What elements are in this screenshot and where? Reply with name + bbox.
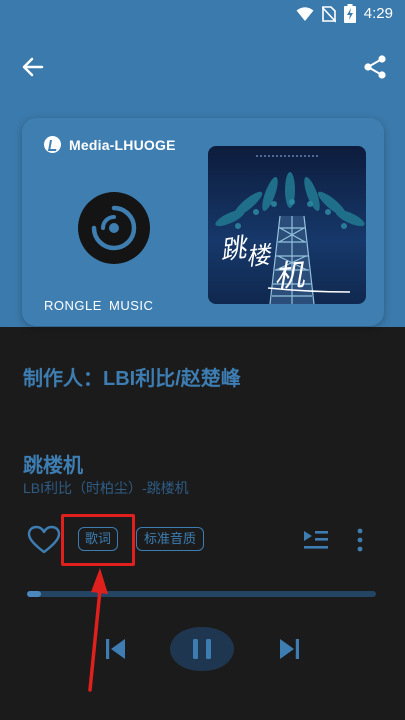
arrow-back-icon	[22, 57, 44, 77]
audio-quality-button[interactable]: 标准音质	[136, 527, 204, 551]
status-time: 4:29	[363, 5, 393, 22]
no-sim-icon	[321, 5, 336, 23]
progress-fill	[27, 591, 41, 597]
share-icon	[364, 55, 386, 79]
share-button[interactable]	[360, 52, 390, 82]
battery-charging-icon	[343, 4, 356, 23]
playlist-button[interactable]	[302, 527, 330, 553]
producer-text: 制作人：LBI利比/赵楚峰	[23, 368, 241, 390]
next-button[interactable]	[276, 636, 302, 662]
more-vertical-icon	[357, 528, 363, 552]
heart-outline-icon	[27, 525, 61, 554]
progress-bar[interactable]	[27, 591, 376, 597]
vinyl-disc-icon	[78, 192, 150, 264]
record-label: RONGLE MUSIC	[44, 298, 154, 313]
status-bar: 4:29	[0, 0, 405, 30]
brand: Media-LHUOGE	[44, 136, 176, 153]
song-artist: LBI利比（时柏尘）-跳楼机	[23, 480, 189, 496]
playlist-icon	[304, 531, 328, 549]
album-cover: 跳 楼 机	[208, 146, 366, 304]
previous-button[interactable]	[103, 636, 129, 662]
pause-button[interactable]	[168, 625, 236, 673]
brand-name: Media-LHUOGE	[69, 136, 176, 153]
highlight-box	[61, 514, 135, 566]
song-title: 跳楼机	[23, 455, 83, 477]
pause-icon	[170, 627, 234, 671]
favorite-button[interactable]	[27, 525, 61, 555]
wifi-icon	[296, 6, 314, 21]
skip-previous-icon	[106, 639, 125, 659]
skip-next-icon	[280, 639, 299, 659]
brand-logo-icon	[44, 136, 61, 153]
album-card: Media-LHUOGE RONGLE MUSIC 跳 楼 机	[22, 118, 384, 326]
back-button[interactable]	[18, 52, 48, 82]
more-options-button[interactable]	[350, 525, 370, 555]
